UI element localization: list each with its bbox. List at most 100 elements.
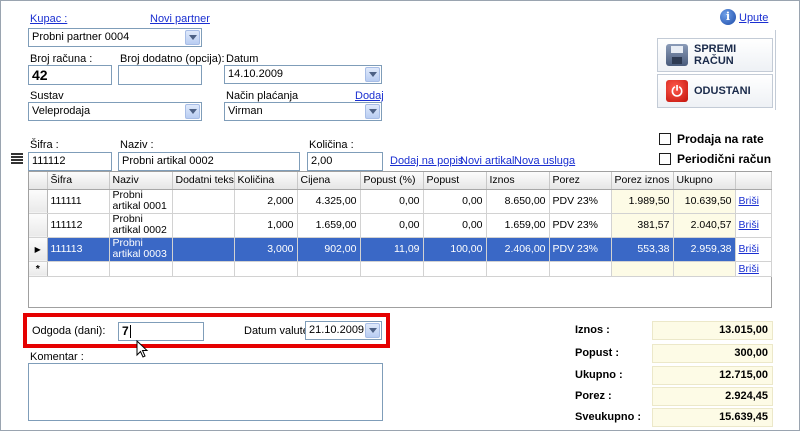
table-row[interactable]: 111111 Probni artikal 0001 2,000 4.325,0… [29,189,772,214]
chevron-down-icon[interactable] [185,30,200,45]
row-header[interactable] [29,213,48,238]
cell-popust-pct[interactable] [360,261,424,277]
delete-row-link[interactable]: Briši [739,195,759,207]
naziv-field[interactable]: Probni artikal 0002 [118,152,300,171]
periodicni-racun-checkbox[interactable] [659,153,671,165]
chevron-down-icon[interactable] [365,104,380,119]
datum-picker[interactable]: 14.10.2009 [224,65,382,84]
cell-iznos[interactable]: 2.406,00 [486,237,550,262]
nacin-placanja-select[interactable]: Virman [224,102,382,121]
cell-popust-pct[interactable]: 0,00 [360,213,424,238]
column-header[interactable]: Porez iznos [611,172,674,190]
dodaj-link[interactable]: Dodaj [355,90,384,102]
cell-dodatni[interactable] [172,213,235,238]
column-header[interactable]: Porez [549,172,612,190]
kupac-select[interactable]: Probni partner 0004 [28,28,202,47]
column-header[interactable]: Iznos [486,172,550,190]
sveukupno-total-label: Sveukupno : [575,411,642,423]
broj-racuna-field[interactable]: 42 [28,65,112,85]
sustav-label: Sustav [30,90,64,102]
kupac-label-link[interactable]: Kupac : [30,13,67,25]
column-header[interactable]: Popust [423,172,487,190]
dodaj-na-popis-link[interactable]: Dodaj na popis [390,155,463,167]
delete-row-link[interactable]: Briši [739,243,759,255]
column-header[interactable]: Dodatni tekst [172,172,235,190]
table-row[interactable]: 111112 Probni artikal 0002 1,000 1.659,0… [29,213,772,238]
chevron-down-icon[interactable] [365,323,380,338]
column-header[interactable]: Cijena [297,172,361,190]
cell-sifra[interactable]: 111111 [47,189,110,214]
cell-sifra[interactable]: 111112 [47,213,110,238]
cell-cijena[interactable] [297,261,361,277]
new-row[interactable]: * Briši [29,261,772,277]
novi-partner-link[interactable]: Novi partner [150,13,210,25]
cell-kolicina[interactable]: 1,000 [234,213,298,238]
sustav-select[interactable]: Veleprodaja [28,102,202,121]
odustani-button[interactable]: ⏻ ODUSTANI [657,74,773,108]
cell-kolicina[interactable] [234,261,298,277]
novi-artikal-link[interactable]: Novi artikal [460,155,514,167]
cell-naziv[interactable]: Probni artikal 0002 [109,213,173,238]
column-header[interactable]: Šifra [47,172,110,190]
cell-porez[interactable]: PDV 23% [549,237,612,262]
datum-value: 14.10.2009 [228,68,284,80]
cell-naziv[interactable] [109,261,173,277]
chevron-down-icon[interactable] [185,104,200,119]
cell-dodatni[interactable] [172,189,235,214]
cell-porez[interactable]: PDV 23% [549,189,612,214]
column-header[interactable]: Ukupno [673,172,736,190]
cell-popust-pct[interactable]: 11,09 [360,237,424,262]
cell-porez-iznos [611,261,674,277]
spremi-racun-button[interactable]: SPREMI RAČUN [657,38,773,72]
upute-link[interactable]: Upute [739,12,768,24]
cell-cijena[interactable]: 1.659,00 [297,213,361,238]
broj-dodatno-field[interactable] [118,65,202,85]
list-icon[interactable] [11,153,23,164]
cell-kolicina[interactable]: 2,000 [234,189,298,214]
cell-naziv[interactable]: Probni artikal 0001 [109,189,173,214]
new-row-marker[interactable]: * [29,261,48,277]
cell-porez[interactable]: PDV 23% [549,213,612,238]
cell-naziv[interactable]: Probni artikal 0003 [109,237,173,262]
cell-cijena[interactable]: 4.325,00 [297,189,361,214]
kolicina-field[interactable]: 2,00 [307,152,383,171]
column-header[interactable]: Naziv [109,172,173,190]
prodaja-na-rate-checkbox[interactable] [659,133,671,145]
power-icon: ⏻ [666,80,688,102]
datum-valute-picker[interactable]: 21.10.2009 [305,321,382,340]
cell-popust[interactable]: 0,00 [423,213,487,238]
datum-valute-value: 21.10.2009 [309,324,365,336]
selected-row-marker[interactable]: ▶ [29,237,48,262]
cell-popust[interactable] [423,261,487,277]
cell-popust[interactable]: 100,00 [423,237,487,262]
cell-popust-pct[interactable]: 0,00 [360,189,424,214]
info-icon[interactable]: i [720,9,736,25]
delete-row-link[interactable]: Briši [739,219,759,231]
nova-usluga-link[interactable]: Nova usluga [514,155,575,167]
cell-dodatni[interactable] [172,261,235,277]
cell-iznos[interactable]: 8.650,00 [486,189,550,214]
column-header[interactable] [735,172,772,190]
cell-popust[interactable]: 0,00 [423,189,487,214]
cell-iznos[interactable]: 1.659,00 [486,213,550,238]
popust-total-label: Popust : [575,347,619,359]
cell-iznos[interactable] [486,261,550,277]
cell-kolicina[interactable]: 3,000 [234,237,298,262]
sustav-value: Veleprodaja [32,105,91,117]
column-header[interactable]: Količina [234,172,298,190]
chevron-down-icon[interactable] [365,67,380,82]
cell-dodatni[interactable] [172,237,235,262]
cell-sifra[interactable]: 111113 [47,237,110,262]
sifra-field[interactable]: 111112 [28,152,112,171]
table-row-selected[interactable]: ▶ 111113 Probni artikal 0003 3,000 902,0… [29,237,772,262]
broj-dodatno-label: Broj dodatno (opcija): [120,53,225,65]
column-header[interactable]: Popust (%) [360,172,424,190]
cell-sifra[interactable] [47,261,110,277]
row-header[interactable] [29,189,48,214]
cell-cijena[interactable]: 902,00 [297,237,361,262]
odgoda-field[interactable]: 7 [118,322,204,341]
iznos-total-value: 13.015,00 [652,321,773,340]
cell-porez[interactable] [549,261,612,277]
delete-row-link[interactable]: Briši [739,263,759,275]
komentar-textarea[interactable] [28,363,383,421]
